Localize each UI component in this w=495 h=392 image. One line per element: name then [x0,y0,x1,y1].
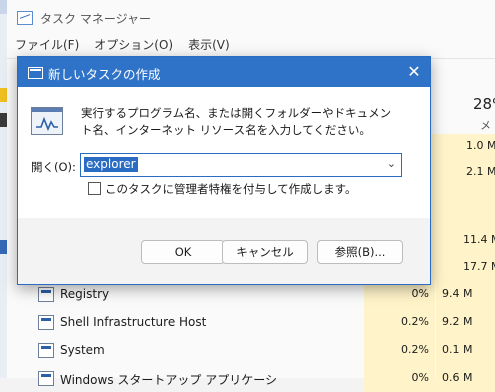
menu-file[interactable]: ファイル(F) [15,36,79,53]
open-input-value[interactable]: explorer [84,157,138,172]
dialog-description: 実行するプログラム名、または開くフォルダーやドキュメント名、インターネット リソ… [81,106,392,137]
desktop-icon-strip [0,88,7,102]
cpu-value: 0.2% [401,315,429,328]
memory-value: 1.0 M [466,139,495,152]
run-icon [28,67,43,79]
browse-button[interactable]: 参照(B)... [317,240,403,264]
memory-value: 2.1 M [466,165,495,178]
create-new-task-dialog: 新しいタスクの作成 ✕ 実行するプログラム名、または開くフォルダーやドキュメント… [17,56,431,285]
dialog-title-bar: 新しいタスクの作成 ✕ [18,57,430,87]
open-combobox[interactable]: explorer ⌄ [80,153,402,177]
memory-cell: 9.4 M [436,280,495,308]
admin-checkbox[interactable] [88,182,101,195]
ok-button[interactable]: OK [141,240,225,264]
memory-value: 9.4 M [442,287,473,300]
menu-options[interactable]: オプション(O) [94,36,173,53]
process-name: Registry [60,287,110,301]
table-row[interactable]: Shell Infrastructure Host 0.2% 9.2 M [7,308,495,336]
app-icon [38,371,54,386]
memory-cell [430,186,495,226]
desktop-icon-strip [0,240,7,254]
memory-value: 11.4 M [463,233,495,246]
cpu-cell: 0.2% [364,308,435,336]
process-name: System [60,343,105,357]
menu-view[interactable]: 表示(V) [188,36,230,53]
memory-cell: 0.1 M [436,336,495,364]
memory-cell: 0.6 M [436,364,495,392]
cancel-button[interactable]: キャンセル [222,240,308,264]
memory-cell: 9.2 M [436,308,495,336]
cpu-value: 0% [411,287,429,300]
app-icon [38,287,54,302]
desktop-icon-strip [0,0,7,14]
app-icon [38,315,54,330]
table-row[interactable]: System 0.2% 0.1 M [7,336,495,364]
graph-icon [36,116,58,131]
dialog-title: 新しいタスクの作成 [48,67,161,82]
cpu-value: 0.2% [401,343,429,356]
open-label: 開く(O): [31,160,76,174]
close-icon[interactable]: ✕ [404,62,424,81]
desktop-edge [0,0,7,378]
cpu-column-header[interactable]: 28% [473,95,495,113]
table-row[interactable]: Windows スタートアップ アプリケーシ 0% 0.6 M [7,364,495,392]
task-manager-icon [17,11,33,25]
title-bar: タスク マネージャー [17,9,151,27]
memory-value: 0.1 M [442,343,473,356]
process-name: Windows スタートアップ アプリケーシ [60,373,277,387]
cpu-cell: 0.2% [364,336,435,364]
desktop-icon-strip [0,113,7,127]
cpu-cell: 0% [364,364,435,392]
admin-checkbox-label[interactable]: このタスクに管理者特権を付与して作成します。 [105,181,357,197]
memory-value: 9.2 M [442,315,473,328]
task-manager-icon [31,107,63,135]
chevron-down-icon[interactable]: ⌄ [387,157,396,170]
app-icon [38,343,54,358]
process-name: Shell Infrastructure Host [60,315,207,329]
window-title: タスク マネージャー [40,11,151,26]
menu-bar: ファイル(F) オプション(O) 表示(V) [15,36,230,53]
memory-value: 17.7 M [463,260,495,273]
